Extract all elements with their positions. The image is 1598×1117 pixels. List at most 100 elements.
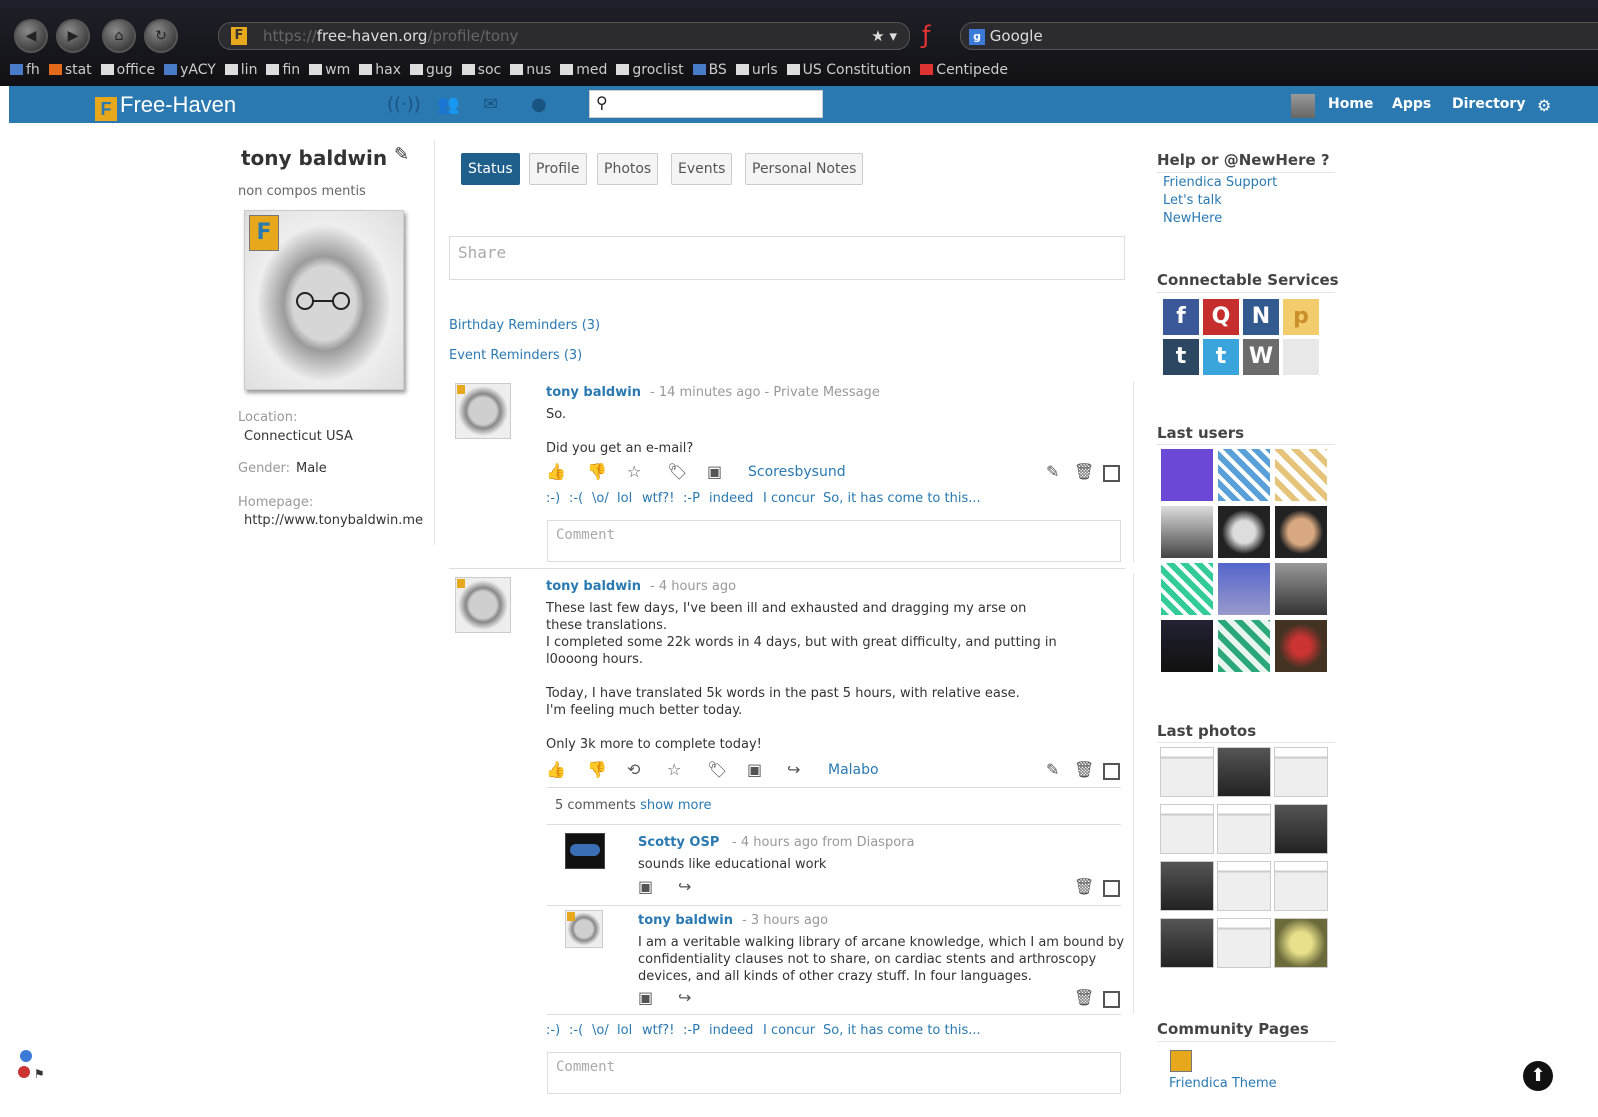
photo-thumbnail[interactable] <box>1160 861 1214 911</box>
url-bar[interactable]: F https://free-haven.org/profile/tony ★ … <box>218 22 910 50</box>
emote-link[interactable]: \o/ <box>592 1023 609 1038</box>
user-thumbnail[interactable] <box>1161 449 1213 501</box>
select-checkbox[interactable] <box>1103 465 1120 482</box>
emote-link[interactable]: wtf?! <box>642 1023 674 1038</box>
delete-trash-icon[interactable]: 🗑 <box>1074 760 1094 779</box>
emote-link[interactable]: :-P <box>683 491 700 506</box>
photo-thumbnail[interactable] <box>1274 861 1328 911</box>
user-thumbnail[interactable] <box>1275 449 1327 501</box>
community-page-link[interactable]: Friendica Theme <box>1169 1076 1277 1091</box>
bookmark-item[interactable]: fin <box>266 58 300 82</box>
select-checkbox[interactable] <box>1103 991 1120 1008</box>
file-icon[interactable]: ▣ <box>638 877 653 896</box>
emote-link[interactable]: So, it has come to this... <box>823 491 981 506</box>
bookmark-item[interactable]: Centipede <box>920 58 1008 82</box>
photo-thumbnail[interactable] <box>1274 918 1328 968</box>
user-thumbnail[interactable] <box>1275 506 1327 558</box>
bookmark-item[interactable]: gug <box>410 58 453 82</box>
reshare-icon[interactable]: ↪ <box>787 760 800 779</box>
photo-thumbnail[interactable] <box>1160 918 1214 968</box>
user-thumbnail[interactable] <box>1161 506 1213 558</box>
reshare-icon[interactable]: ↪ <box>678 988 691 1007</box>
wordpress-icon[interactable]: W <box>1243 339 1279 375</box>
photo-thumbnail[interactable] <box>1274 747 1328 797</box>
nav-apps[interactable]: Apps <box>1392 96 1431 112</box>
network-icon[interactable]: ((·)) <box>387 94 421 115</box>
emote-link[interactable]: So, it has come to this... <box>823 1023 981 1038</box>
bookmark-item[interactable]: stat <box>48 58 92 82</box>
user-thumbnail[interactable] <box>1218 506 1270 558</box>
notifications-icon[interactable]: ● <box>531 94 547 115</box>
dislike-icon[interactable]: 👎 <box>587 462 607 481</box>
comment-author[interactable]: tony baldwin <box>638 913 733 928</box>
bookmark-item[interactable]: med <box>560 58 607 82</box>
twitter-icon[interactable]: t <box>1203 339 1239 375</box>
photo-thumbnail[interactable] <box>1160 804 1214 854</box>
comment-input[interactable]: Comment <box>547 520 1121 562</box>
bookmark-item[interactable]: office <box>100 58 155 82</box>
bookmark-star-icon[interactable]: ★ ▾ <box>871 23 897 49</box>
newhere-link[interactable]: NewHere <box>1163 211 1222 226</box>
edit-pencil-icon[interactable]: ✎ <box>1046 760 1059 779</box>
emote-link[interactable]: :-( <box>569 491 583 506</box>
delete-trash-icon[interactable]: 🗑 <box>1074 462 1094 481</box>
star-icon[interactable]: ☆ <box>667 760 681 779</box>
back-to-top-button[interactable]: ⬆ <box>1523 1061 1553 1091</box>
tab-events[interactable]: Events <box>671 153 733 185</box>
edit-pencil-icon[interactable]: ✎ <box>1046 462 1059 481</box>
comment-input[interactable]: Comment <box>547 1052 1121 1094</box>
show-more-link[interactable]: show more <box>640 798 711 813</box>
tab-status[interactable]: Status <box>461 153 520 185</box>
emote-link[interactable]: I concur <box>763 1023 815 1038</box>
bookmark-item[interactable]: wm <box>309 58 350 82</box>
post-tag-link[interactable]: Malabo <box>828 762 879 778</box>
photo-thumbnail[interactable] <box>1217 861 1271 911</box>
bookmark-item[interactable]: urls <box>735 58 778 82</box>
forward-button[interactable]: ▶ <box>56 19 90 53</box>
settings-gear-icon[interactable]: ⚙ <box>1537 96 1551 115</box>
bookmark-item[interactable]: fh <box>10 58 40 82</box>
site-logo[interactable]: F Free-Haven <box>95 92 236 121</box>
facebook-icon[interactable]: f <box>1163 299 1199 335</box>
user-thumbnail[interactable] <box>1218 563 1270 615</box>
comment-avatar[interactable] <box>565 833 605 869</box>
user-thumbnail[interactable] <box>1161 563 1213 615</box>
community-page-icon[interactable] <box>1170 1050 1192 1072</box>
delete-trash-icon[interactable]: 🗑 <box>1074 988 1094 1007</box>
emote-link[interactable]: :-( <box>569 1023 583 1038</box>
post-avatar[interactable] <box>455 577 511 633</box>
select-checkbox[interactable] <box>1103 880 1120 897</box>
tag-icon[interactable]: 🏷 <box>667 462 687 481</box>
quora-icon[interactable]: Q <box>1203 299 1239 335</box>
tumblr-icon[interactable]: t <box>1163 339 1199 375</box>
photo-thumbnail[interactable] <box>1217 804 1271 854</box>
post-tag-link[interactable]: Scoresbysund <box>748 464 846 480</box>
tab-profile[interactable]: Profile <box>529 153 587 185</box>
emote-link[interactable]: lol <box>617 1023 632 1038</box>
user-thumbnail[interactable] <box>1275 563 1327 615</box>
emote-link[interactable]: indeed <box>709 1023 753 1038</box>
emote-link[interactable]: :-) <box>546 491 560 506</box>
photo-thumbnail[interactable] <box>1274 804 1328 854</box>
post-author[interactable]: tony baldwin <box>546 385 641 400</box>
tag-icon[interactable]: 🏷 <box>707 760 727 779</box>
statusnet-icon[interactable]: N <box>1243 299 1279 335</box>
share-repeat-icon[interactable]: ⟲ <box>627 760 640 779</box>
emote-link[interactable]: I concur <box>763 491 815 506</box>
bookmark-item[interactable]: yACY <box>164 58 216 82</box>
select-checkbox[interactable] <box>1103 763 1120 780</box>
emote-link[interactable]: lol <box>617 491 632 506</box>
like-icon[interactable]: 👍 <box>546 760 566 779</box>
reshare-icon[interactable]: ↪ <box>678 877 691 896</box>
user-thumbnail[interactable] <box>1218 620 1270 672</box>
user-thumbnail[interactable] <box>1275 620 1327 672</box>
bookmark-item[interactable]: groclist <box>616 58 684 82</box>
emote-link[interactable]: :-P <box>683 1023 700 1038</box>
event-reminders-link[interactable]: Event Reminders (3) <box>449 348 582 363</box>
contacts-icon[interactable]: 👥 <box>437 94 459 115</box>
file-icon[interactable]: ▣ <box>747 760 762 779</box>
bookmark-item[interactable]: BS <box>692 58 727 82</box>
bookmark-item[interactable]: nus <box>510 58 551 82</box>
photo-thumbnail[interactable] <box>1217 747 1271 797</box>
user-thumbnail[interactable] <box>1218 449 1270 501</box>
